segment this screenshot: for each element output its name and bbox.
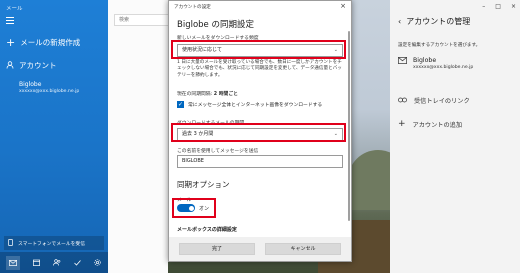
highlight-box-period — [171, 123, 346, 142]
panel-account-email: xxxxxx@xxx.biglobe.ne.jp — [413, 65, 474, 70]
link-icon — [398, 97, 407, 105]
get-mail-on-phone-button[interactable]: スマートフォンでメールを受信 — [4, 236, 104, 250]
panel-title: ‹ アカウントの管理 — [398, 17, 471, 26]
new-mail-label: メールの新規作成 — [20, 38, 81, 47]
mail-icon — [398, 57, 407, 66]
dialog-heading: Biglobe の同期設定 — [177, 20, 254, 30]
new-mail-button[interactable]: + メールの新規作成 — [6, 37, 80, 48]
dialog-scrollbar[interactable] — [348, 31, 350, 221]
send-name-input[interactable]: BIGLOBE — [177, 155, 343, 168]
minimize-icon[interactable]: – — [482, 3, 485, 10]
dialog-titlebar: アカウントの設定 — [174, 5, 211, 10]
window-controls: – □ × — [482, 3, 516, 10]
close-window-icon[interactable]: × — [511, 3, 516, 10]
nav-account-email: xxxxxx@xxx.biglobe.ne.jp — [19, 89, 80, 94]
maximize-icon[interactable]: □ — [495, 3, 501, 10]
calendar-icon[interactable] — [33, 259, 41, 267]
app-title: メール — [6, 6, 23, 12]
hamburger-menu-icon[interactable] — [6, 17, 14, 24]
search-input[interactable]: 検索 — [114, 14, 174, 26]
mail-icon[interactable] — [6, 255, 21, 270]
manage-accounts-panel: – □ × ‹ アカウントの管理 設定を編集するアカウントを選びます。 Bigl… — [390, 0, 520, 273]
phone-icon — [8, 238, 13, 248]
person-icon — [6, 60, 14, 71]
phone-label: スマートフォンでメールを受信 — [18, 241, 86, 247]
mailbox-advanced-settings[interactable]: メールボックスの詳細設定 — [177, 226, 237, 233]
highlight-box-frequency — [171, 40, 346, 59]
settings-icon[interactable] — [94, 259, 102, 267]
accounts-section[interactable]: アカウント — [6, 60, 57, 71]
todo-icon[interactable] — [73, 259, 81, 267]
cancel-button[interactable]: キャンセル — [265, 243, 341, 255]
panel-account-item[interactable]: Biglobe xxxxxx@xxx.biglobe.ne.jp — [398, 57, 473, 70]
sync-help-text: 1 日に大量のメールを受け取っている場合でも、数日に一度しかアカウントをチェック… — [177, 60, 342, 78]
back-chevron-icon[interactable]: ‹ — [398, 17, 401, 26]
message-list-pane: 検索 — [108, 0, 174, 273]
add-account-button[interactable]: + アカウントの追加 — [398, 119, 462, 129]
link-inboxes-button[interactable]: 受信トレイのリンク — [398, 96, 470, 105]
current-sync-interval: 現在の同期間隔: 2 時間ごと — [177, 92, 238, 97]
highlight-box-toggle — [172, 198, 216, 218]
people-icon[interactable] — [53, 259, 61, 267]
panel-account-name: Biglobe — [413, 57, 437, 64]
checkmark-icon: ✓ — [177, 101, 184, 108]
close-icon[interactable]: × — [340, 2, 346, 10]
accounts-label: アカウント — [19, 61, 57, 70]
plus-icon: + — [6, 35, 16, 49]
done-button[interactable]: 完了 — [179, 243, 255, 255]
mail-nav-pane: メール + メールの新規作成 アカウント Biglobe xxxxxx@xxx.… — [0, 0, 108, 273]
bottom-app-bar — [0, 252, 108, 273]
send-name-label: この名前を使用してメッセージを送信 — [177, 149, 259, 154]
sync-options-heading: 同期オプション — [177, 180, 230, 189]
download-full-message-checkbox[interactable]: ✓ 常にメッセージ全体とインターネット画像をダウンロードする — [177, 101, 322, 108]
panel-description: 設定を編集するアカウントを選びます。 — [398, 43, 481, 48]
nav-account-name[interactable]: Biglobe — [19, 81, 41, 88]
plus-icon: + — [398, 119, 406, 129]
